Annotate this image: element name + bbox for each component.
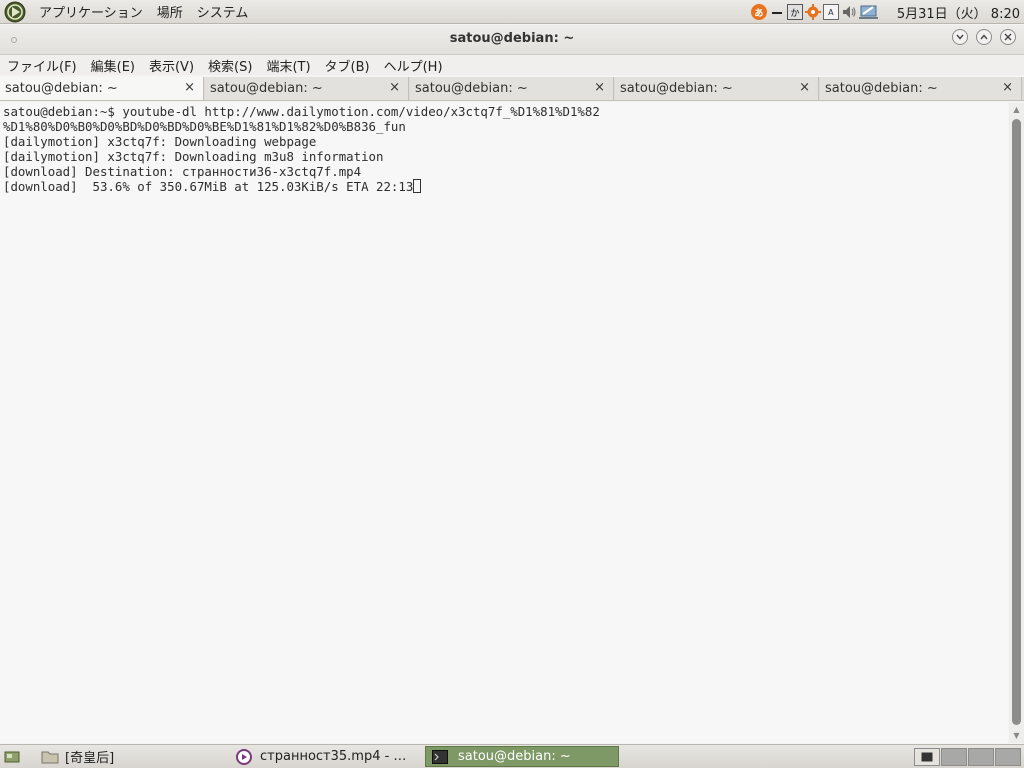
menu-terminal[interactable]: 端末(T): [259, 56, 317, 75]
workspace-1[interactable]: [914, 748, 940, 766]
terminal-output[interactable]: satou@debian:~$ youtube-dl http://www.da…: [0, 103, 1008, 743]
menu-search[interactable]: 検索(S): [201, 56, 259, 75]
panel-menu-applications[interactable]: アプリケーション: [32, 2, 150, 21]
terminal-lines: satou@debian:~$ youtube-dl http://www.da…: [3, 104, 600, 194]
settings-gear-icon[interactable]: [804, 4, 821, 20]
taskbar-item-label: satou@debian: ~: [458, 749, 571, 764]
terminal-line: [download] Destination: странности36-x3c…: [3, 164, 362, 179]
chevron-down-icon: [956, 34, 964, 40]
taskbar-item-terminal[interactable]: satou@debian: ~: [425, 746, 619, 767]
tab-label: satou@debian: ~: [210, 81, 323, 96]
scroll-down-icon[interactable]: ▼: [1012, 732, 1021, 740]
tab-terminal-3[interactable]: satou@debian: ~ ×: [410, 77, 614, 100]
workspace-3[interactable]: [968, 748, 994, 766]
top-panel: アプリケーション 場所 システム あ か A 5月31日（火） 8:20: [0, 0, 1024, 24]
taskbar-item-video-player[interactable]: странност35.mp4 - …: [232, 746, 422, 767]
text-cursor: [413, 179, 422, 193]
tab-close-icon[interactable]: ×: [594, 80, 605, 95]
tab-close-icon[interactable]: ×: [799, 80, 810, 95]
clock[interactable]: 5月31日（火） 8:20: [897, 3, 1020, 22]
maximize-button[interactable]: [976, 29, 992, 45]
tab-label: satou@debian: ~: [620, 81, 733, 96]
menu-help[interactable]: ヘルプ(H): [377, 56, 450, 75]
menu-tabs[interactable]: タブ(B): [318, 56, 377, 75]
tab-terminal-2[interactable]: satou@debian: ~ ×: [205, 77, 409, 100]
menubar: ファイル(F) 編集(E) 表示(V) 検索(S) 端末(T) タブ(B) ヘル…: [0, 55, 1024, 75]
terminal-line: [dailymotion] x3ctq7f: Downloading m3u8 …: [3, 149, 384, 164]
terminal-prompt-line: [download] 53.6% of 350.67MiB at 125.03K…: [3, 179, 600, 194]
folder-icon: [41, 751, 59, 763]
close-button[interactable]: [1000, 29, 1016, 45]
close-icon: [1004, 33, 1012, 41]
tab-label: satou@debian: ~: [5, 81, 118, 96]
tab-bar: satou@debian: ~ × satou@debian: ~ × sato…: [0, 77, 1024, 101]
media-player-icon: [236, 748, 252, 765]
tab-close-icon[interactable]: ×: [1002, 80, 1013, 95]
network-icon[interactable]: [858, 4, 879, 20]
minimize-bar-icon[interactable]: [769, 4, 785, 20]
taskbar-item-label: странност35.mp4 - …: [260, 749, 407, 764]
debian-menu-icon[interactable]: [4, 1, 26, 23]
terminal-mini-icon: [921, 752, 933, 762]
scroll-up-icon[interactable]: ▲: [1012, 106, 1021, 114]
ime-mode-icon[interactable]: A: [822, 4, 839, 20]
workspace-4[interactable]: [995, 748, 1021, 766]
tab-terminal-5[interactable]: satou@debian: ~ ×: [820, 77, 1022, 100]
menu-view[interactable]: 表示(V): [142, 56, 201, 75]
terminal-icon: [432, 749, 448, 764]
taskbar-item-folder[interactable]: [奇皇后]: [38, 746, 228, 767]
chevron-up-icon: [980, 34, 988, 40]
kana-mode-icon[interactable]: か: [786, 4, 803, 20]
input-method-icon[interactable]: あ: [750, 4, 767, 20]
terminal-line: [download] 53.6% of 350.67MiB at 125.03K…: [3, 179, 414, 194]
scroll-thumb[interactable]: [1012, 119, 1021, 725]
workspace-2[interactable]: [941, 748, 967, 766]
terminal-scrollbar[interactable]: ▲ ▼: [1009, 103, 1024, 743]
system-tray: あ か A 5月31日（火） 8:20: [750, 0, 1024, 24]
window-titlebar[interactable]: satou@debian: ~: [0, 25, 1024, 55]
terminal-line: %D1%80%D0%B0%D0%BD%D0%BD%D0%BE%D1%81%D1%…: [3, 119, 406, 134]
tab-label: satou@debian: ~: [415, 81, 528, 96]
volume-icon[interactable]: [841, 4, 857, 20]
minimize-button[interactable]: [952, 29, 968, 45]
menu-file[interactable]: ファイル(F): [0, 56, 84, 75]
menu-edit[interactable]: 編集(E): [84, 56, 142, 75]
taskbar-item-label: [奇皇后]: [65, 751, 115, 766]
show-desktop-button[interactable]: [3, 746, 21, 767]
tab-close-icon[interactable]: ×: [184, 80, 195, 95]
tab-terminal-4[interactable]: satou@debian: ~ ×: [615, 77, 819, 100]
terminal-line: satou@debian:~$ youtube-dl http://www.da…: [3, 104, 600, 119]
panel-menu-system[interactable]: システム: [190, 2, 256, 21]
bottom-panel: [奇皇后] странност35.mp4 - … satou@debian: …: [0, 744, 1024, 768]
tab-close-icon[interactable]: ×: [389, 80, 400, 95]
terminal-line: [dailymotion] x3ctq7f: Downloading webpa…: [3, 134, 317, 149]
desktop-icon: [4, 751, 20, 762]
panel-menu-places[interactable]: 場所: [150, 2, 190, 21]
tab-label: satou@debian: ~: [825, 81, 938, 96]
tab-terminal-1[interactable]: satou@debian: ~ ×: [0, 77, 204, 100]
window-title: satou@debian: ~: [449, 31, 575, 46]
